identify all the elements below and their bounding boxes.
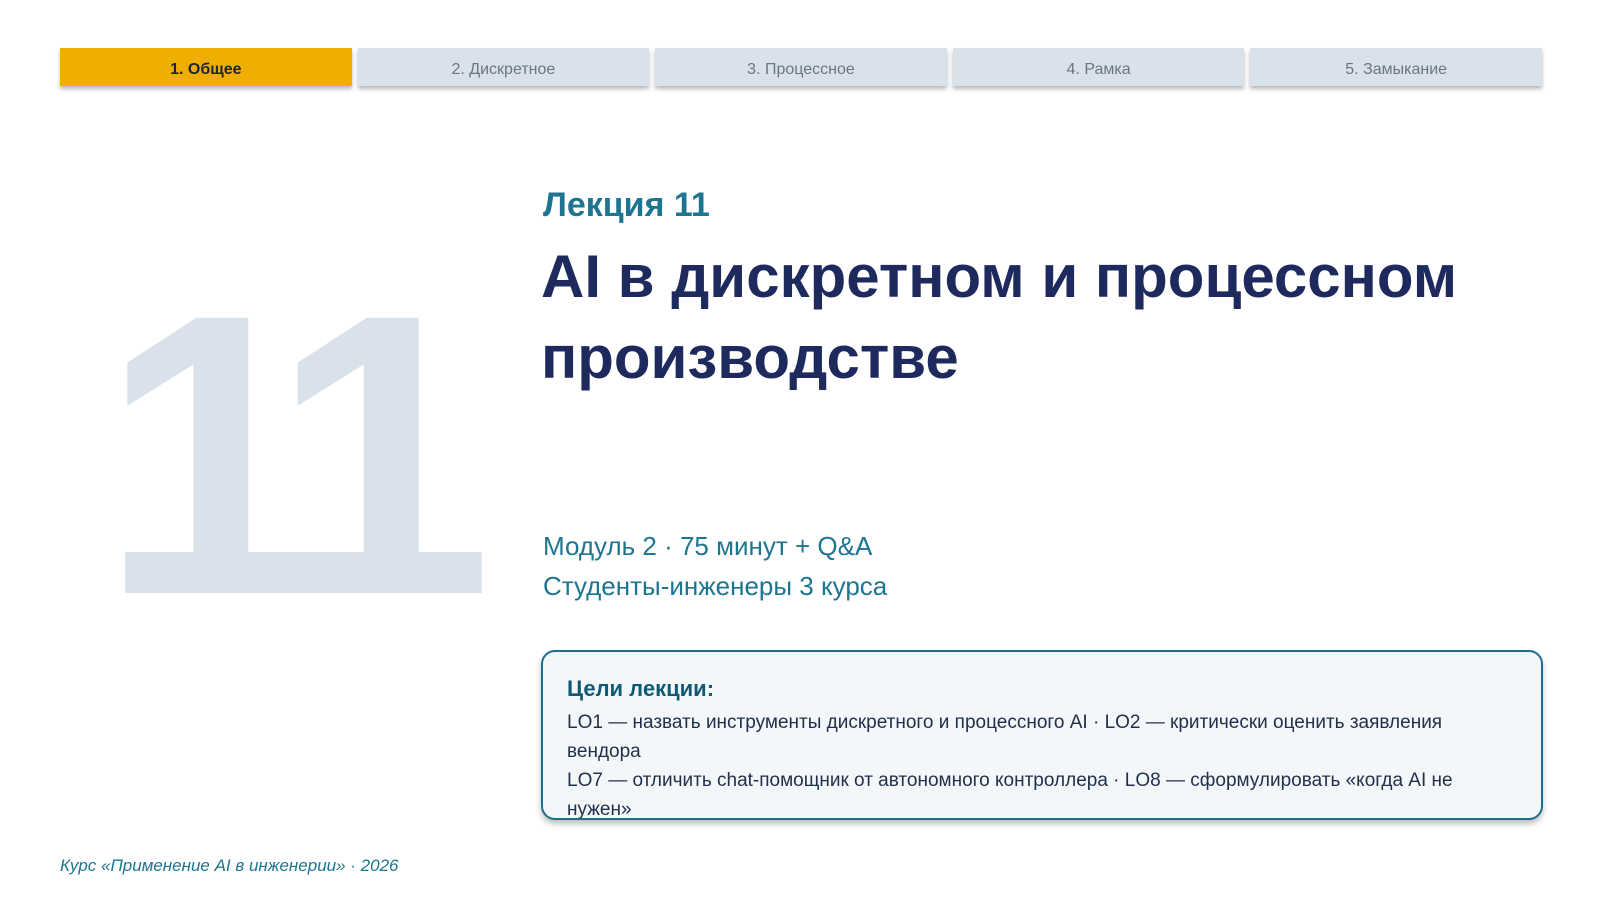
course-footer: Курс «Применение AI в инженерии» · 2026 (60, 856, 399, 875)
tab-discrete[interactable]: 2. Дискретное (357, 48, 650, 86)
tab-framework[interactable]: 4. Рамка (952, 48, 1245, 86)
meta-audience: Студенты-инженеры 3 курса (543, 571, 888, 601)
lecture-number-watermark: 11 (100, 231, 493, 678)
section-tabs: 1. Общее 2. Дискретное 3. Процессное 4. … (60, 48, 1542, 86)
meta-module-duration: Модуль 2 · 75 минут + Q&A (543, 531, 873, 561)
goals-line: LO7 — отличить chat-помощник от автономн… (567, 770, 1453, 820)
lecture-goals-box: Цели лекции: LO1 — назвать инструменты д… (541, 650, 1543, 820)
tab-process[interactable]: 3. Процессное (655, 48, 947, 86)
slide: 1. Общее 2. Дискретное 3. Процессное 4. … (0, 0, 1600, 900)
goals-line: LO1 — назвать инструменты дискретного и … (567, 712, 1443, 762)
tab-general[interactable]: 1. Общее (60, 48, 352, 86)
goals-title: Цели лекции: (567, 676, 715, 701)
tab-closing[interactable]: 5. Замыкание (1250, 48, 1542, 86)
lecture-meta: Модуль 2 · 75 минут + Q&A Студенты-инжен… (543, 526, 887, 606)
page-title: AI в дискретном и процессном производств… (541, 243, 1458, 391)
lecture-kicker: Лекция 11 (543, 186, 710, 224)
